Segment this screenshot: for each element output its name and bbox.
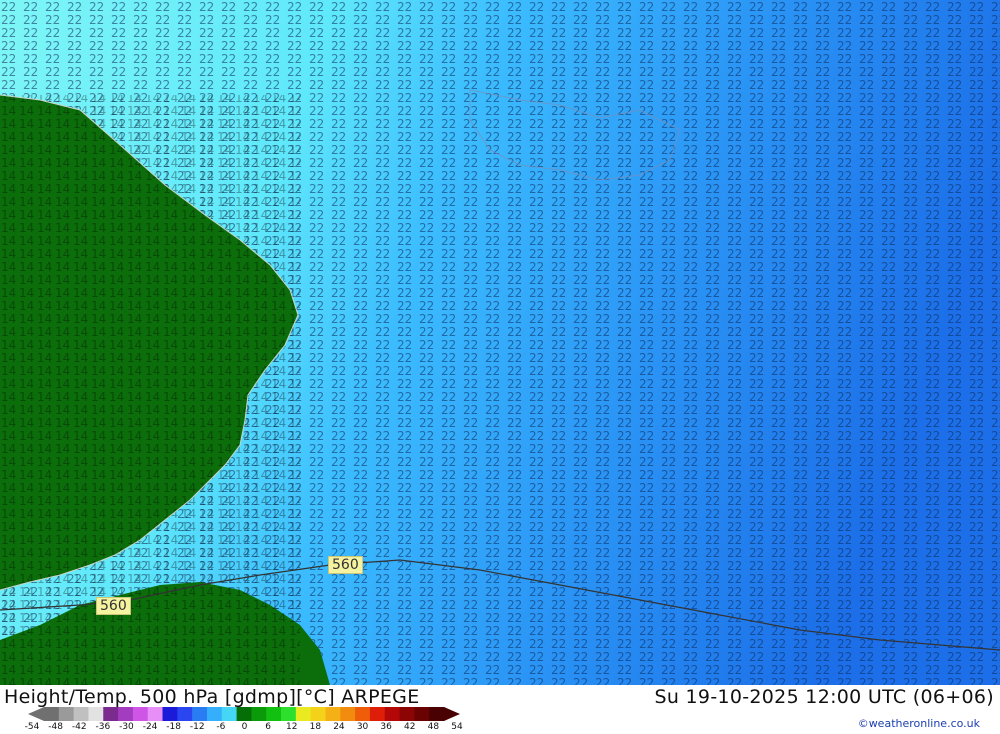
land-digits	[0, 95, 300, 685]
colorbar-swatch	[103, 707, 119, 721]
colorbar-tick-label: 18	[309, 722, 322, 732]
colorbar-swatch	[206, 707, 223, 721]
colorbar-swatch	[340, 707, 356, 721]
colorbar-ticks: -54 -48 -42 -36 -30 -24 -18 -12 -6 0 6 12 18 24 30 36 42…	[25, 722, 472, 734]
forecast-time: Su 19-10-2025 12:00 UTC (06+06)	[654, 686, 994, 708]
footer-bar: Height/Temp. 500 hPa [gdmp][°C] ARPEGE S…	[0, 685, 1000, 733]
colorbar-swatch	[310, 707, 326, 721]
colorbar-tick-label: 0	[241, 722, 248, 732]
colorbar-swatch	[429, 707, 445, 721]
colorbar	[28, 707, 460, 721]
colorbar-swatch	[251, 707, 267, 721]
colorbar-swatch	[236, 707, 252, 721]
colorbar-swatch	[221, 707, 238, 721]
colorbar-tick-label: -54	[24, 722, 40, 732]
colorbar-tick-label: -48	[48, 722, 63, 732]
colorbar-tick-label: 24	[333, 722, 345, 732]
colorbar-swatch	[414, 707, 430, 721]
chart-title: Height/Temp. 500 hPa [gdmp][°C] ARPEGE	[4, 686, 420, 708]
colorbar-swatch	[147, 707, 164, 721]
colorbar-swatch	[177, 707, 193, 721]
colorbar-tick-label: 36	[380, 722, 392, 732]
colorbar-swatch	[132, 707, 149, 721]
credit-link[interactable]: ©weatheronline.co.uk	[858, 717, 980, 730]
weather-map: 22 14	[0, 0, 1000, 685]
colorbar-tick-label: -24	[142, 722, 158, 732]
colorbar-tick-label: 12	[285, 722, 298, 732]
colorbar-swatch	[355, 707, 371, 721]
colorbar-swatch	[88, 707, 104, 721]
colorbar-arrow-left	[28, 707, 44, 721]
colorbar-swatch	[44, 707, 60, 721]
colorbar-swatch	[118, 707, 134, 721]
colorbar-tick-label: -18	[166, 722, 182, 732]
colorbar-swatch	[399, 707, 415, 721]
colorbar-swatch	[295, 707, 312, 721]
colorbar-swatch	[325, 707, 341, 721]
colorbar-swatch	[266, 707, 282, 721]
colorbar-tick-label: 54	[451, 722, 463, 732]
colorbar-swatch	[192, 707, 208, 721]
colorbar-tick-label: -12	[189, 722, 205, 732]
colorbar-tick-label: -36	[95, 722, 111, 732]
colorbar-swatch	[281, 707, 297, 721]
colorbar-tick-label: -42	[71, 722, 87, 732]
colorbar-tick-label: 42	[404, 722, 416, 732]
colorbar-swatch	[73, 707, 89, 721]
colorbar-tick-label: -6	[216, 722, 226, 732]
colorbar-swatch	[162, 707, 178, 721]
colorbar-swatch	[384, 707, 401, 721]
colorbar-swatch	[58, 707, 75, 721]
colorbar-tick-label: 30	[356, 722, 369, 732]
colorbar-swatch	[369, 707, 386, 721]
colorbar-arrow-right	[444, 707, 460, 721]
contour-label-560-left: 560	[96, 597, 131, 615]
colorbar-tick-label: -30	[119, 722, 134, 732]
contour-label-560-right: 560	[328, 556, 363, 574]
colorbar-tick-label: 48	[427, 722, 440, 732]
colorbar-tick-label: 6	[265, 722, 271, 732]
